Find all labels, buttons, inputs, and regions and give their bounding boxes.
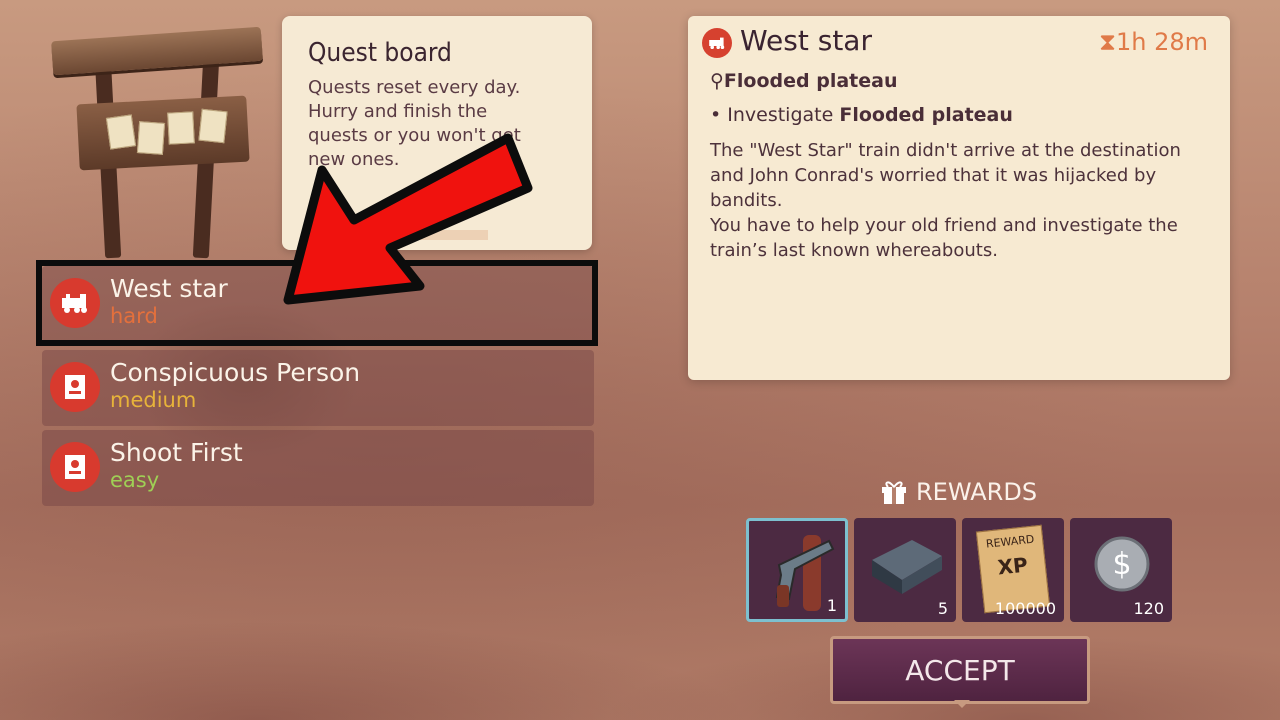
description-paragraph-1: The "West Star" train didn't arrive at t… bbox=[710, 140, 1181, 211]
rewards-header: REWARDS bbox=[880, 478, 1037, 506]
quest-name: Shoot First bbox=[110, 438, 243, 467]
rewards-title: REWARDS bbox=[916, 478, 1038, 506]
reward-count: 1 bbox=[826, 596, 837, 615]
task-location: Flooded plateau bbox=[839, 104, 1013, 126]
accept-button-pointer bbox=[954, 700, 970, 708]
gift-icon bbox=[882, 481, 906, 504]
svg-text:$: $ bbox=[1112, 547, 1131, 582]
reward-xp[interactable]: REWARD XP 100000 bbox=[962, 518, 1064, 622]
location-label: Flooded plateau bbox=[723, 70, 898, 92]
reward-count: 5 bbox=[937, 599, 948, 618]
quest-difficulty: medium bbox=[110, 388, 197, 412]
reward-revolver[interactable]: 1 bbox=[746, 518, 848, 622]
detail-location: ⚲Flooded plateau bbox=[710, 70, 897, 92]
detail-timer: ⧗1h 28m bbox=[1099, 28, 1208, 56]
iron-ingot-icon bbox=[872, 540, 942, 594]
detail-title: West star bbox=[740, 24, 872, 57]
accept-button[interactable]: ACCEPT bbox=[830, 636, 1090, 704]
reward-count: 120 bbox=[1133, 599, 1164, 618]
detail-description: The "West Star" train didn't arrive at t… bbox=[710, 138, 1210, 263]
reward-count: 100000 bbox=[994, 599, 1056, 618]
quest-row-shoot-first[interactable]: Shoot First easy bbox=[42, 430, 594, 506]
quest-difficulty: easy bbox=[110, 468, 160, 492]
quest-board-illustration bbox=[48, 18, 268, 259]
reward-silver-coin[interactable]: $ 120 bbox=[1070, 518, 1172, 622]
quest-name: Conspicuous Person bbox=[110, 358, 361, 387]
quest-row-conspicuous-person[interactable]: Conspicuous Person medium bbox=[42, 350, 594, 426]
task-prefix: Investigate bbox=[727, 104, 840, 126]
quest-detail-card: West star ⧗1h 28m ⚲Flooded plateau • Inv… bbox=[688, 16, 1230, 380]
description-paragraph-2: You have to help your old friend and inv… bbox=[710, 215, 1178, 261]
wanted-poster-icon bbox=[50, 442, 100, 492]
train-icon bbox=[702, 28, 732, 58]
info-title: Quest board bbox=[308, 38, 452, 68]
reward-iron-ingot[interactable]: 5 bbox=[854, 518, 956, 622]
wanted-poster-icon bbox=[50, 362, 100, 412]
xp-poster-label: XP bbox=[996, 552, 1029, 580]
location-pin-icon: ⚲ bbox=[710, 70, 724, 92]
silver-coin-icon: $ bbox=[1094, 536, 1150, 592]
timer-value: 1h 28m bbox=[1115, 28, 1208, 56]
xp-poster-top-label: REWARD bbox=[985, 532, 1035, 551]
detail-task: • Investigate Flooded plateau bbox=[710, 104, 1013, 126]
red-arrow-icon bbox=[283, 133, 533, 305]
hourglass-icon: ⧗ bbox=[1099, 28, 1116, 56]
